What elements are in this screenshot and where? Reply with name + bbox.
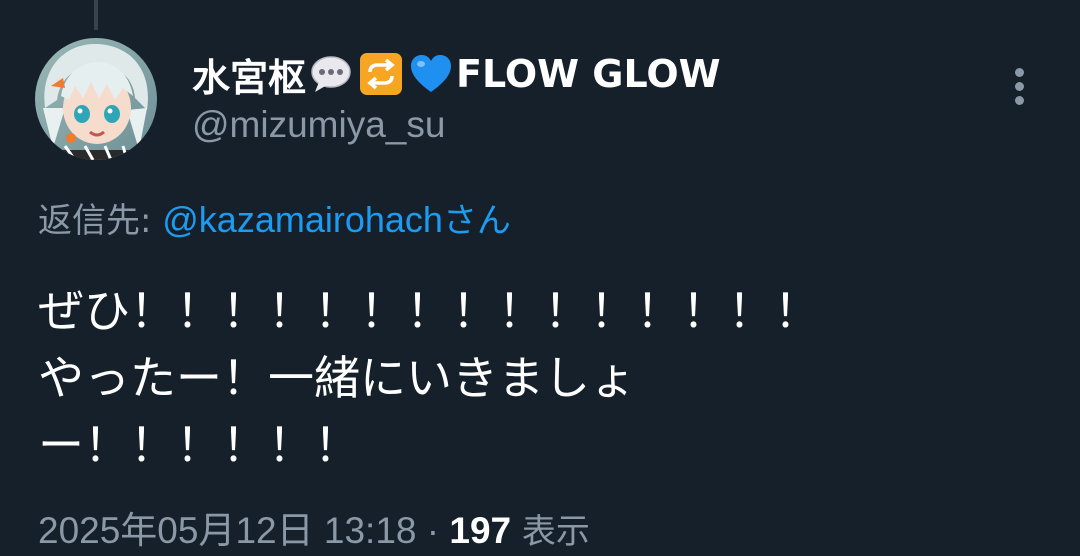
view-label: 表示 [511, 512, 590, 552]
thread-connector-line [94, 0, 98, 30]
display-name-text: 水宮枢 [192, 55, 307, 100]
author-display-name[interactable]: 水宮枢 FLOW GLOW [192, 44, 721, 104]
timestamp[interactable]: 2025年05月12日 13:18 [38, 510, 417, 551]
more-options-button[interactable] [1002, 62, 1038, 112]
avatar[interactable] [35, 38, 157, 160]
reply-prefix: 返信先: [38, 201, 163, 241]
reply-mention-link[interactable]: @kazamairohach [162, 199, 443, 240]
author-handle[interactable]: @mizumiya_su [192, 104, 445, 146]
view-count[interactable]: 197 [449, 510, 511, 551]
reply-mention-suffix[interactable]: さん [443, 201, 511, 241]
blue-heart-icon [409, 52, 453, 96]
more-vertical-icon [1015, 68, 1024, 77]
speech-bubble-icon [309, 52, 353, 96]
tweet-text: ぜひ！！！！！！！！！！！！！！！ やったー！一緒にいきましょ ー！！！！！！ [38, 284, 820, 472]
reply-to-line: 返信先: @kazamairohachさん [38, 193, 511, 242]
tweet-metadata: 2025年05月12日 13:18 · 197 表示 [38, 500, 590, 554]
display-name-suffix: FLOW GLOW [456, 52, 721, 96]
avatar-image [35, 38, 157, 160]
meta-separator: · [416, 510, 450, 551]
repeat-icon [359, 52, 403, 96]
